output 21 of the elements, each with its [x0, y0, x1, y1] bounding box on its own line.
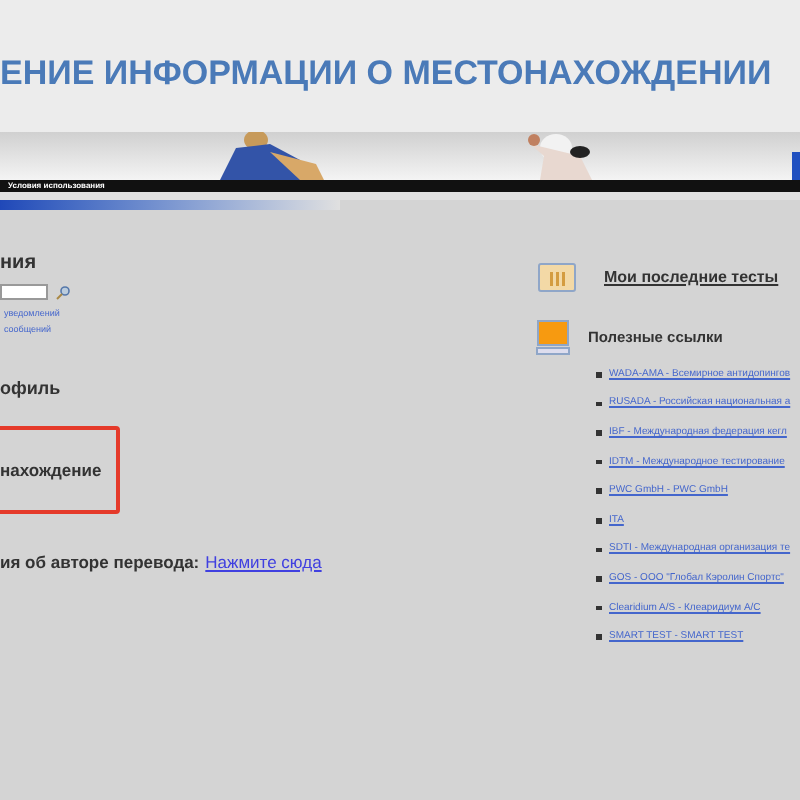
bullet-icon — [596, 547, 601, 553]
bullet-icon — [596, 401, 601, 407]
translator-link[interactable]: Нажмите сюда — [205, 550, 322, 576]
bullet-icon — [596, 576, 601, 582]
folder-icon — [538, 262, 576, 292]
monitor-icon — [536, 320, 570, 356]
translator-label: ия об авторе перевода: — [0, 550, 200, 576]
search-field[interactable] — [0, 284, 48, 300]
bullet-icon — [596, 634, 601, 640]
search-icon[interactable] — [56, 285, 70, 299]
bullet-icon — [596, 605, 601, 611]
section-heading: ния — [0, 254, 39, 274]
bullet-icon — [596, 372, 601, 378]
bullet-icon — [596, 488, 601, 494]
bullet-icon — [596, 430, 601, 436]
bullet-icon — [596, 459, 601, 465]
section-heading: офиль — [0, 380, 63, 398]
section-heading: нахождение — [0, 457, 102, 483]
slide-title: ЕНИЕ ИНФОРМАЦИИ О МЕСТОНАХОЖДЕНИИ — [0, 52, 772, 97]
recent-tests-link[interactable]: Мои последние тесты — [604, 265, 779, 289]
bullet-icon — [596, 518, 601, 524]
